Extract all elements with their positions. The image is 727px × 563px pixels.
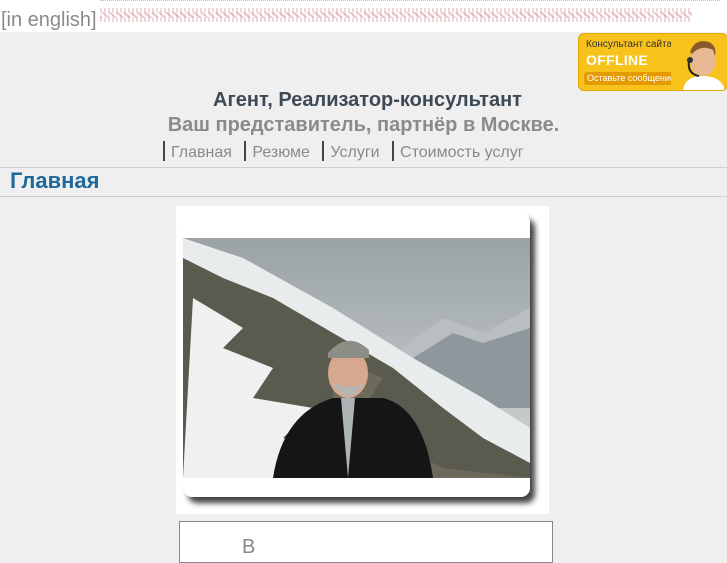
leave-message-button[interactable]: Оставьте сообщение [584, 72, 675, 85]
consultant-avatar-icon [671, 34, 727, 90]
nav-item-prices[interactable]: Стоимость услуг [400, 144, 524, 161]
nav-separator [163, 141, 165, 161]
top-banner: [in english] [0, 0, 727, 32]
nav-separator [244, 141, 247, 161]
consultant-status: OFFLINE [586, 52, 648, 68]
main-nav: Главная Резюме Услуги Стоимость услуг [163, 141, 532, 162]
consultant-widget[interactable]: Консультант сайта OFFLINE Оставьте сообщ… [578, 33, 727, 91]
nav-item-services[interactable]: Услуги [330, 144, 379, 161]
photo-card [183, 213, 530, 497]
nav-item-home[interactable]: Главная [171, 144, 232, 161]
divider [0, 196, 727, 197]
consultant-label: Консультант сайта [586, 39, 673, 50]
divider [0, 167, 727, 168]
page-title: Главная [10, 168, 100, 193]
photo-container [176, 206, 549, 514]
mountain-portrait-photo [183, 238, 530, 478]
nav-item-resume[interactable]: Резюме [252, 144, 310, 161]
intro-text-box: В [179, 521, 553, 563]
nav-separator [392, 141, 395, 161]
language-switch-link[interactable]: [in english] [1, 8, 97, 32]
dotted-border [100, 0, 720, 2]
site-title: Агент, Реализатор-консультант [213, 89, 522, 111]
site-subtitle: Ваш представитель, партнёр в Москве. [167, 114, 560, 136]
nav-separator [322, 141, 325, 161]
intro-text: В [242, 536, 256, 558]
decorative-pattern-overlay [100, 12, 692, 18]
